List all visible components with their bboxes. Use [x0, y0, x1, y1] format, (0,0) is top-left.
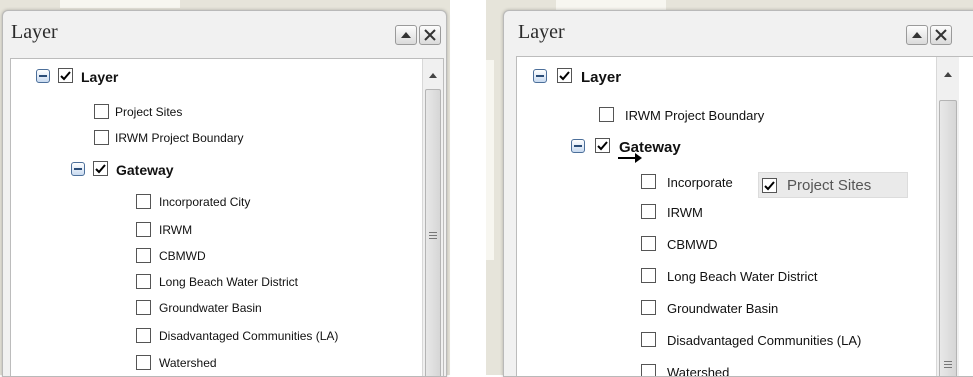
checkbox-incorporated-city[interactable]: [641, 174, 656, 189]
checkbox-layer[interactable]: [58, 68, 73, 83]
tree-row-layer[interactable]: Layer: [517, 66, 937, 88]
checkbox-watershed[interactable]: [136, 355, 151, 370]
tree-label-irwm-project-boundary: IRWM Project Boundary: [625, 108, 765, 123]
checkbox-watershed[interactable]: [641, 364, 656, 376]
checkbox-long-beach-water-district[interactable]: [136, 274, 151, 289]
scroll-grip-icon: [429, 232, 437, 239]
tree-label-gateway: Gateway: [116, 162, 174, 178]
close-button[interactable]: [419, 25, 441, 45]
collapse-up-icon: [912, 32, 922, 38]
checkbox-gateway[interactable]: [595, 138, 610, 153]
checkbox-groundwater-basin[interactable]: [136, 300, 151, 315]
checkbox-irwm[interactable]: [641, 204, 656, 219]
tree-label-layer: Layer: [581, 69, 622, 86]
tree-row-groundwater-basin[interactable]: Groundwater Basin: [517, 298, 937, 320]
checkbox-disadvantaged-communities[interactable]: [641, 332, 656, 347]
tree-label-groundwater-basin: Groundwater Basin: [159, 301, 262, 315]
tree-row-gateway[interactable]: Gateway: [11, 159, 411, 181]
layer-tree: Layer IRWM Project Boundary Gateway Inco…: [516, 56, 973, 377]
tree-row-project-sites[interactable]: Project Sites: [11, 102, 411, 124]
vertical-scrollbar[interactable]: [936, 57, 959, 376]
tree-row-long-beach-water-district[interactable]: Long Beach Water District: [517, 266, 937, 288]
scroll-grip-icon: [944, 361, 952, 368]
tree-label-disadvantaged-communities: Disadvantaged Communities (LA): [159, 329, 339, 343]
collapse-up-icon: [401, 32, 411, 38]
tree-label-watershed: Watershed: [667, 365, 730, 377]
checkbox-disadvantaged-communities[interactable]: [136, 328, 151, 343]
checkmark-icon: [60, 71, 71, 81]
tree-label-groundwater-basin: Groundwater Basin: [667, 301, 779, 316]
checkbox-irwm-project-boundary[interactable]: [599, 107, 614, 122]
checkbox-gateway[interactable]: [93, 161, 108, 176]
tree-label-irwm: IRWM: [159, 223, 193, 237]
checkbox-irwm[interactable]: [136, 222, 151, 237]
tree-label-irwm: IRWM: [667, 205, 703, 220]
checkbox-groundwater-basin[interactable]: [641, 300, 656, 315]
tree-row-incorporated-city[interactable]: Incorporated City: [11, 192, 411, 214]
tree-row-groundwater-basin[interactable]: Groundwater Basin: [11, 298, 411, 320]
scroll-up-arrow-icon[interactable]: [423, 67, 443, 85]
tree-label-incorporated-city: Incorporated City: [159, 195, 251, 209]
checkmark-icon: [95, 164, 106, 174]
tree-row-layer[interactable]: Layer: [11, 66, 411, 88]
vertical-scrollbar[interactable]: [422, 59, 443, 376]
checkbox-long-beach-water-district[interactable]: [641, 268, 656, 283]
drag-proxy-project-sites[interactable]: Project Sites: [758, 172, 908, 198]
tree-row-disadvantaged-communities[interactable]: Disadvantaged Communities (LA): [517, 330, 937, 352]
tree-label-long-beach-water-district: Long Beach Water District: [159, 275, 298, 289]
checkbox-project-sites[interactable]: [94, 104, 109, 119]
tree-label-cbmwd: CBMWD: [667, 237, 718, 252]
scrollbar-thumb[interactable]: [939, 100, 957, 376]
tree-label-long-beach-water-district: Long Beach Water District: [667, 269, 818, 284]
close-x-icon: [424, 29, 436, 41]
tree-row-cbmwd[interactable]: CBMWD: [517, 234, 937, 256]
layer-tree: Layer Project Sites IRWM Project Boundar…: [10, 58, 444, 376]
tree-row-watershed[interactable]: Watershed: [11, 353, 411, 375]
tree-row-disadvantaged-communities[interactable]: Disadvantaged Communities (LA): [11, 326, 411, 348]
panel-title: Layer: [11, 21, 58, 43]
tree-row-cbmwd[interactable]: CBMWD: [11, 246, 411, 268]
collapse-button[interactable]: [395, 25, 417, 45]
tree-row-gateway[interactable]: Gateway: [517, 136, 937, 158]
panel-title: Layer: [518, 21, 565, 43]
tree-label-watershed: Watershed: [159, 356, 217, 370]
checkmark-icon: [764, 181, 775, 191]
drag-arrow-icon: [618, 153, 642, 163]
tree-label-irwm-project-boundary: IRWM Project Boundary: [115, 131, 244, 145]
scroll-up-arrow-icon[interactable]: [937, 66, 959, 84]
minus-box-icon[interactable]: [36, 69, 50, 83]
tree-row-irwm-project-boundary[interactable]: IRWM Project Boundary: [11, 128, 411, 150]
tree-row-irwm[interactable]: IRWM: [11, 220, 411, 242]
checkbox-cbmwd[interactable]: [641, 236, 656, 251]
layer-panel-left: Layer Layer Project Sites IRWM Project B…: [2, 10, 447, 377]
tree-label-cbmwd: CBMWD: [159, 249, 206, 263]
checkbox-irwm-project-boundary[interactable]: [94, 130, 109, 145]
tree-label-layer: Layer: [81, 69, 119, 85]
checkbox-project-sites: [762, 178, 777, 193]
checkmark-icon: [597, 141, 608, 151]
minus-box-icon[interactable]: [571, 139, 585, 153]
minus-box-icon[interactable]: [71, 162, 85, 176]
tree-label-project-sites: Project Sites: [115, 105, 183, 119]
tree-row-long-beach-water-district[interactable]: Long Beach Water District: [11, 272, 411, 294]
checkbox-cbmwd[interactable]: [136, 248, 151, 263]
drag-proxy-label: Project Sites: [787, 177, 872, 194]
checkmark-icon: [559, 71, 570, 81]
checkbox-incorporated-city[interactable]: [136, 194, 151, 209]
minus-box-icon[interactable]: [533, 69, 547, 83]
tree-row-irwm[interactable]: IRWM: [517, 202, 937, 224]
tree-label-disadvantaged-communities: Disadvantaged Communities (LA): [667, 333, 862, 348]
tree-label-incorporated-city: Incorporate: [667, 175, 733, 190]
scrollbar-thumb[interactable]: [425, 89, 441, 376]
close-button[interactable]: [930, 25, 952, 45]
checkbox-layer[interactable]: [557, 68, 572, 83]
collapse-button[interactable]: [906, 25, 928, 45]
close-x-icon: [935, 29, 947, 41]
tree-row-irwm-project-boundary[interactable]: IRWM Project Boundary: [517, 105, 937, 127]
